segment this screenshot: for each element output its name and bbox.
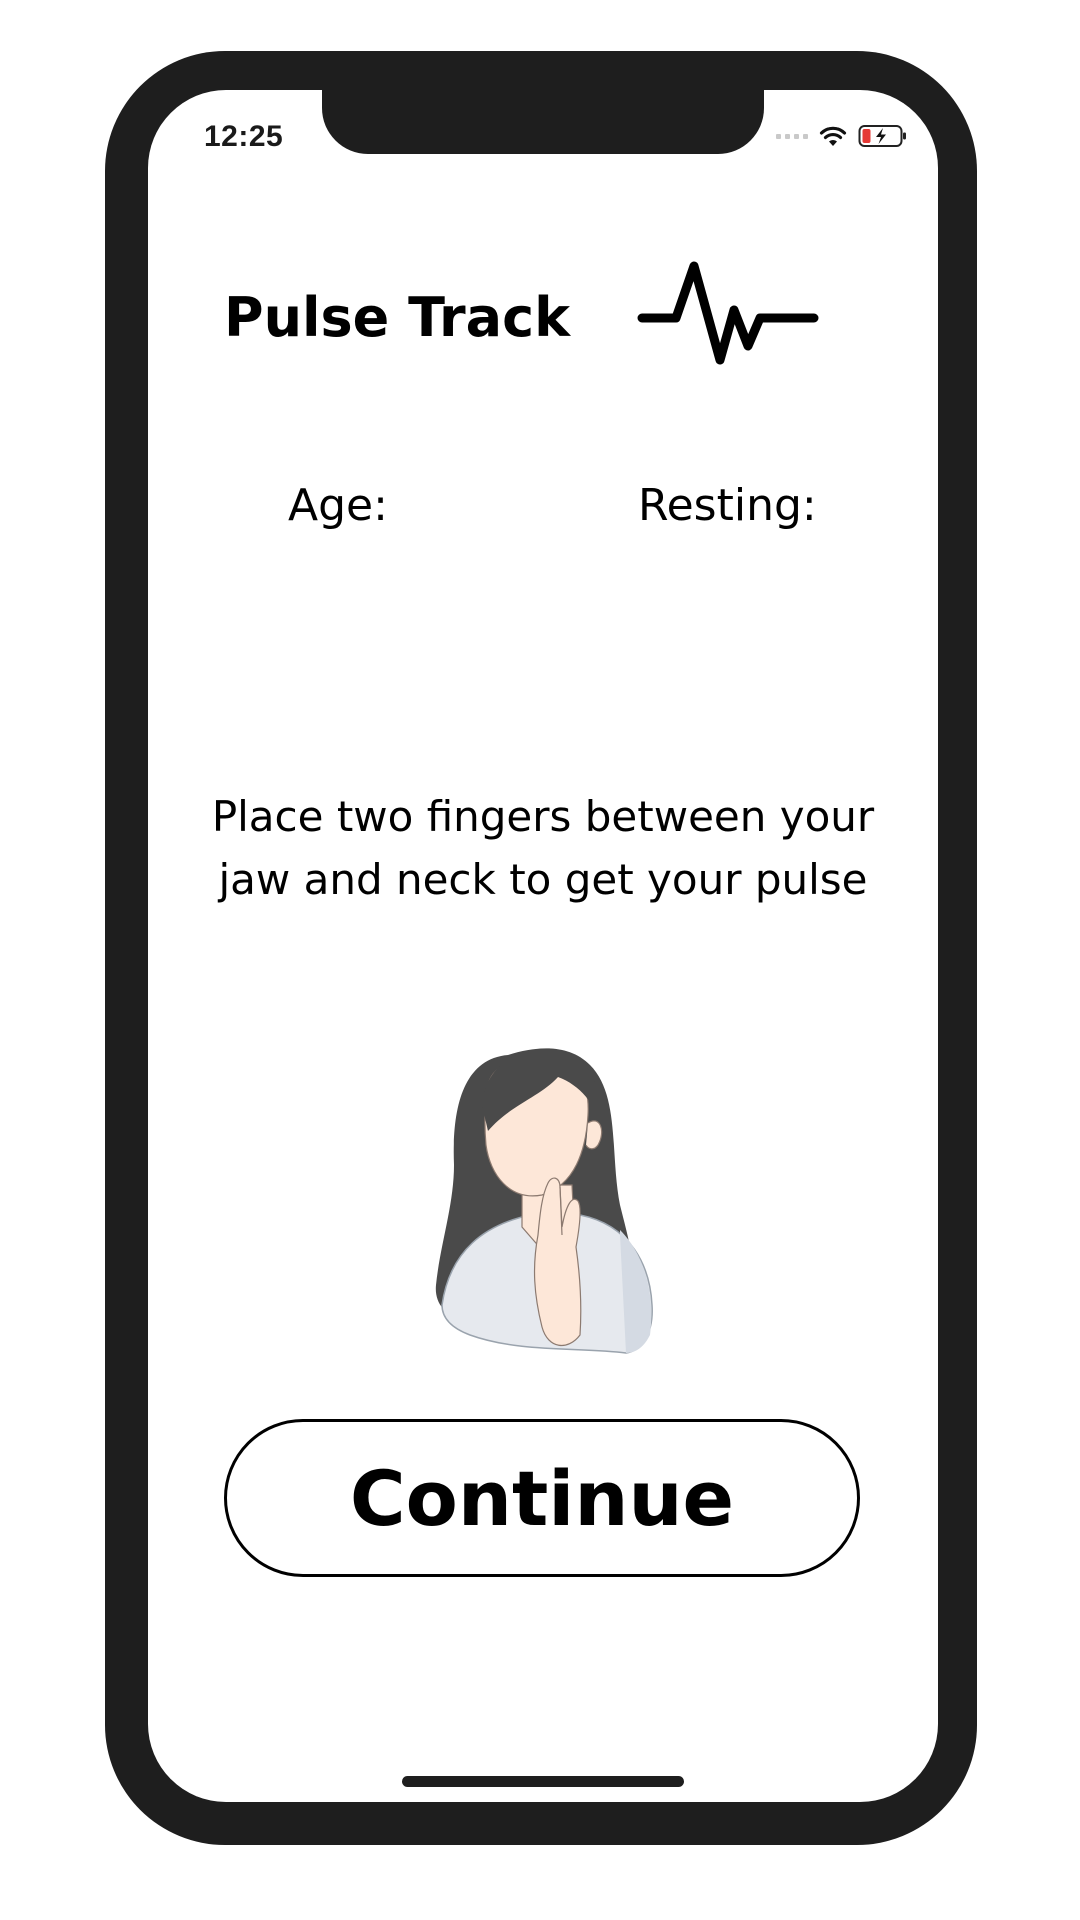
status-time: 12:25 [204,120,284,153]
pulse-waveform-icon [637,261,819,365]
notch [322,90,764,154]
battery-charging-icon [858,125,906,147]
resting-label: Resting: [638,480,817,531]
continue-button-label: Continue [349,1453,735,1543]
status-icons [776,124,908,148]
age-label: Age: [288,480,388,531]
phone-screen: 12:25 Pulse Track Age: Resting: Place tw… [148,90,938,1802]
continue-button[interactable]: Continue [224,1419,860,1577]
app-title: Pulse Track [224,286,570,349]
app-stage: 12:25 Pulse Track Age: Resting: Place tw… [0,0,1080,1920]
instruction-text: Place two fingers between your jaw and n… [211,792,875,904]
wifi-icon [819,126,847,146]
home-indicator[interactable] [402,1776,684,1787]
woman-checking-pulse-illustration [435,1048,653,1354]
cellular-signal-icon [776,133,808,139]
